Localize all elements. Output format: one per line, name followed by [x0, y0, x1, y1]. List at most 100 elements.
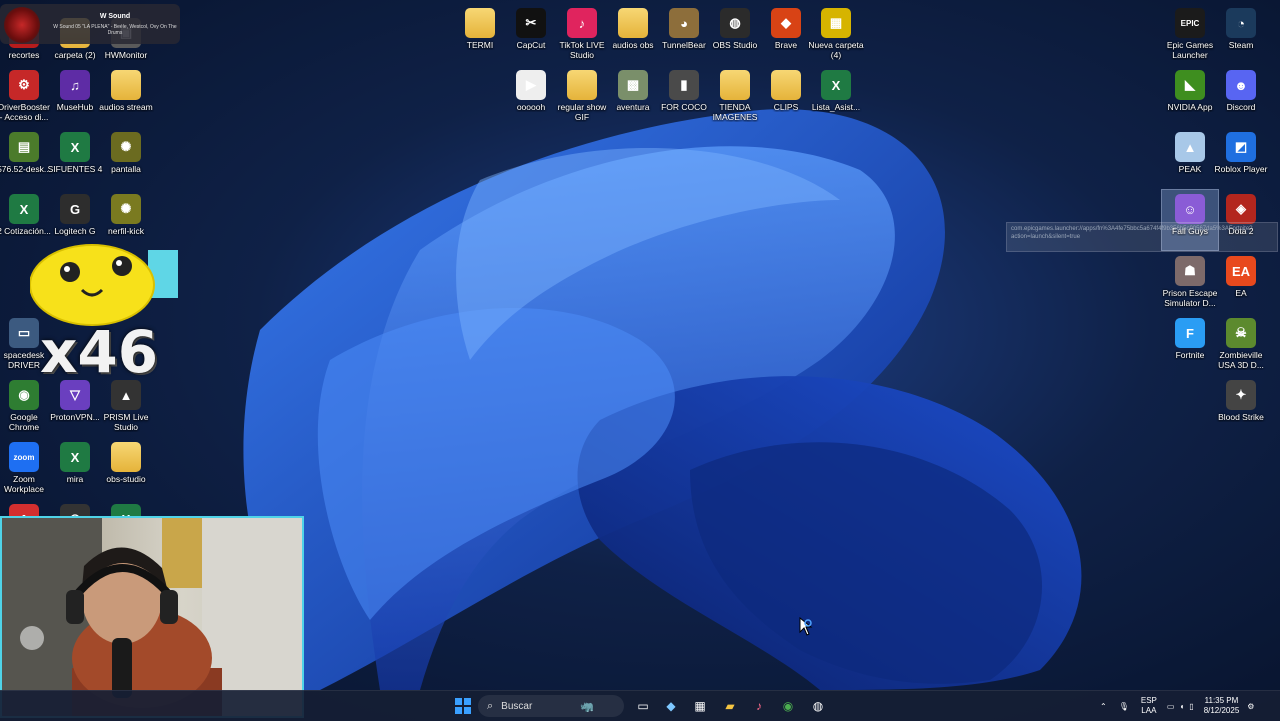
desktop-icon-fortnite[interactable]: F Fortnite — [1162, 314, 1218, 374]
app-icon: ♫ — [60, 70, 90, 100]
windows-start-icon[interactable] — [452, 695, 474, 717]
desktop-icon-label: DriverBooster - Acceso di... — [0, 102, 50, 122]
desktop-icon-steam[interactable]: ◔ Steam — [1213, 4, 1269, 64]
desktop-icon-musehub[interactable]: ♫ MuseHub — [47, 66, 103, 126]
taskbar: ⌕ Buscar 🦏 ▭ ◆ ▦ ▰ ♪ ◉ ◍ ⌃ 🎙 ESP LAA ▭ ◖… — [0, 690, 1280, 721]
desktop-icon-label: audios obs — [612, 40, 654, 50]
steam-icon: ◔ — [1226, 8, 1256, 38]
desktop-icon-blood-strike[interactable]: ✦ Blood Strike — [1213, 376, 1269, 436]
app-icon: ✺ — [111, 132, 141, 162]
desktop-icon-brave[interactable]: ◆ Brave — [758, 4, 814, 64]
streamer-webcam-image — [2, 518, 302, 716]
desktop-icon-label: HWMonitor — [104, 50, 148, 60]
desktop-icon-label: TERMI — [466, 40, 494, 50]
desktop-icon-label: 576.52-desk... — [0, 164, 51, 174]
battery-icon[interactable]: ▯ — [1189, 702, 1193, 711]
desktop-icon-label: CLIPS — [773, 102, 799, 112]
desktop-icon-clips[interactable]: CLIPS — [758, 66, 814, 126]
app-icon: G — [60, 194, 90, 224]
volume-icon[interactable]: ◖ — [1179, 702, 1184, 711]
copilot-icon[interactable]: ◆ — [660, 695, 682, 717]
desktop-icon-sifuentes-4[interactable]: X SIFUENTES 4 — [47, 128, 103, 188]
desktop-icon-audios-obs[interactable]: audios obs — [605, 4, 661, 64]
desktop-icon-label: recortes — [8, 50, 40, 60]
desktop-icon-label: PRISM Live Studio — [103, 412, 149, 432]
network-icon[interactable]: ▭ — [1167, 702, 1175, 711]
desktop-icon-peak[interactable]: ▲ PEAK — [1162, 128, 1218, 188]
desktop-icon-nvidia-app[interactable]: ◣ NVIDIA App — [1162, 66, 1218, 126]
now-playing-title: W Sound — [99, 13, 131, 20]
brave-icon: ◆ — [771, 8, 801, 38]
desktop-icon-epic-games[interactable]: EPIC Epic Games Launcher — [1162, 4, 1218, 64]
desktop-icon-pantalla[interactable]: ✺ pantalla — [98, 128, 154, 188]
notification-icon[interactable]: ⚙ — [1247, 702, 1254, 711]
desktop-icon-ea[interactable]: EA EA — [1213, 252, 1269, 312]
microphone-icon[interactable]: 🎙 — [1119, 702, 1129, 711]
desktop-icon-label: pantalla — [111, 164, 141, 174]
desktop-icon-termi[interactable]: TERMI — [452, 4, 508, 64]
desktop-icon-discord[interactable]: ☻ Discord — [1213, 66, 1269, 126]
chrome-icon[interactable]: ◉ — [777, 695, 799, 717]
taskbar-search-box[interactable]: ⌕ Buscar 🦏 — [478, 695, 624, 717]
shortcut-tooltip: com.epicgames.launcher://apps/fn%3A4fe75… — [1006, 222, 1278, 252]
nvidia-icon: ◣ — [1175, 70, 1205, 100]
clock-date: 8/12/2025 — [1203, 706, 1240, 715]
task-view-icon[interactable]: ▭ — [632, 695, 654, 717]
desktop-icon-oooooh[interactable]: ▶ oooooh — [503, 66, 559, 126]
video-icon: ▶ — [516, 70, 546, 100]
chevron-up-icon[interactable]: ⌃ — [1100, 702, 1107, 711]
desktop-icon-obs-studio[interactable]: ◍ OBS Studio — [707, 4, 763, 64]
app-icon: ✺ — [111, 194, 141, 224]
desktop-icon-tiktok-live[interactable]: ♪ TikTok LIVE Studio — [554, 4, 610, 64]
desktop-icon-label: ProtonVPN... — [50, 412, 100, 422]
desktop-icon-driverbooster[interactable]: ⚙ DriverBooster - Acceso di... — [0, 66, 52, 126]
desktop-icon-prison-escape[interactable]: ☗ Prison Escape Simulator D... — [1162, 252, 1218, 312]
desktop-icon-nueva-carpeta-4[interactable]: ▦ Nueva carpeta (4) — [808, 4, 864, 64]
desktop-icon-label: Epic Games Launcher — [1166, 40, 1214, 60]
zombie-icon: ☠ — [1226, 318, 1256, 348]
folder-icon — [771, 70, 801, 100]
desktop-icon-label: Logitech G — [54, 226, 96, 236]
zoom-icon: zoom — [9, 442, 39, 472]
combo-count-text: x46 — [40, 318, 159, 386]
music-icon[interactable]: ♪ — [748, 695, 770, 717]
discord-icon: ☻ — [1226, 70, 1256, 100]
clock-time: 11:35 PM — [1204, 696, 1239, 705]
now-playing-overlay: W Sound W Sound 05 "LA PLENA" - Beéle, W… — [0, 4, 180, 44]
folder-icon — [618, 8, 648, 38]
search-highlight-icon: 🦏 — [580, 700, 594, 713]
desktop-icon-lista-asist[interactable]: X Lista_Asist... — [808, 66, 864, 126]
desktop-icon-for-coco[interactable]: ▮ FOR COCO — [656, 66, 712, 126]
desktop-icon-label: mira — [66, 474, 84, 484]
capcut-icon: ✂ — [516, 8, 546, 38]
desktop-icon-label: PEAK — [1178, 164, 1202, 174]
bear-icon: ◕ — [669, 8, 699, 38]
desktop-icon-label: TIENDA IMAGENES — [712, 102, 758, 122]
desktop-icon-label: Steam — [1228, 40, 1254, 50]
desktop-icon-label: Zombieville USA 3D D... — [1218, 350, 1264, 370]
mouse-cursor-icon — [799, 617, 813, 636]
obs-icon[interactable]: ◍ — [807, 695, 829, 717]
desktop-icon-aventura[interactable]: ▩ aventura — [605, 66, 661, 126]
desktop-icon-zoom[interactable]: zoom Zoom Workplace — [0, 438, 52, 498]
search-placeholder: Buscar — [501, 700, 533, 712]
desktop-icon-obs-studio-folder[interactable]: obs-studio — [98, 438, 154, 498]
desktop-icon-tienda-imagenes[interactable]: TIENDA IMAGENES — [707, 66, 763, 126]
desktop-icon-regular-show-gif[interactable]: regular show GIF — [554, 66, 610, 126]
app-icon: ▤ — [9, 132, 39, 162]
desktop-icon-zombieville[interactable]: ☠ Zombieville USA 3D D... — [1213, 314, 1269, 374]
desktop-icon-audios-stream[interactable]: audios stream — [98, 66, 154, 126]
desktop-icon-roblox[interactable]: ◩ Roblox Player — [1213, 128, 1269, 188]
folder-icon — [111, 442, 141, 472]
desktop-icon-label: EA — [1235, 288, 1247, 298]
desktop-icon-label: Fortnite — [1175, 350, 1205, 360]
file-explorer-icon[interactable]: ▰ — [719, 695, 741, 717]
desktop-icon-mira[interactable]: Xmira — [47, 438, 103, 498]
store-icon[interactable]: ▦ — [689, 695, 711, 717]
desktop-icon-tunnelbear[interactable]: ◕ TunnelBear — [656, 4, 712, 64]
clock[interactable]: 11:35 PM 8/12/2025 — [1204, 696, 1240, 716]
desktop-icon-capcut[interactable]: ✂ CapCut — [503, 4, 559, 64]
desktop-icon-nvidia-driver[interactable]: ▤ 576.52-desk... — [0, 128, 52, 188]
language-indicator[interactable]: ESP LAA — [1141, 696, 1157, 716]
webcam-overlay — [0, 516, 304, 718]
